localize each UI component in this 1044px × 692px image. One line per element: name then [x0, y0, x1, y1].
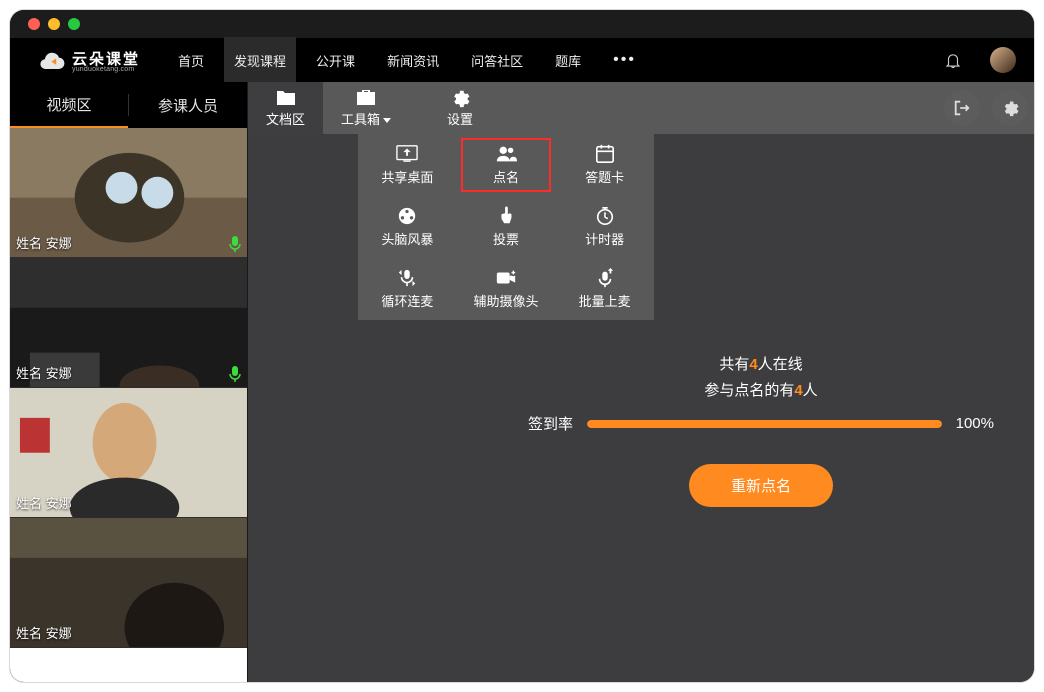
tool-timer[interactable]: 计时器	[555, 196, 654, 258]
minimize-window[interactable]	[48, 18, 60, 30]
tool-aux-camera[interactable]: 辅助摄像头	[457, 258, 556, 320]
screen-share-icon	[396, 144, 418, 164]
mic-icon	[229, 366, 241, 382]
result-text: 共有4人在线 参与点名的有4人	[528, 352, 994, 403]
mic-up-icon	[594, 268, 616, 288]
toolbox-dropdown: 共享桌面 点名 答题卡 头脑风暴 投票	[358, 134, 654, 320]
user-avatar[interactable]	[990, 47, 1016, 73]
tool-answer-card[interactable]: 答题卡	[555, 134, 654, 196]
settings-button[interactable]	[992, 90, 1028, 126]
video-tile[interactable]: 姓名 安娜	[10, 518, 247, 648]
tool-loop-mic[interactable]: 循环连麦	[358, 258, 457, 320]
app-window: 云朵课堂 yunduoketang.com 首页 发现课程 公开课 新闻资讯 问…	[10, 10, 1034, 682]
clock-icon	[594, 206, 616, 226]
chevron-down-icon	[383, 118, 391, 123]
nav-news[interactable]: 新闻资讯	[385, 37, 441, 84]
rate-label: 签到率	[528, 413, 573, 434]
people-icon	[495, 144, 517, 164]
brand-logo[interactable]: 云朵课堂 yunduoketang.com	[40, 47, 140, 73]
camera-plus-icon	[495, 268, 517, 288]
gear-icon	[1001, 99, 1019, 117]
redo-rollcall-button[interactable]: 重新点名	[689, 464, 833, 507]
tool-rollcall[interactable]: 点名	[457, 134, 556, 196]
toolbar-docs[interactable]: 文档区	[248, 82, 323, 134]
brand-sub: yunduoketang.com	[72, 66, 140, 73]
folder-icon	[275, 89, 297, 107]
video-label: 姓名 安娜	[10, 231, 78, 254]
hand-click-icon	[495, 206, 517, 226]
video-tile-empty	[10, 648, 247, 682]
video-label: 姓名 安娜	[10, 621, 78, 644]
toolbar-toolbox[interactable]: 工具箱	[323, 82, 409, 134]
nav-question-bank[interactable]: 题库	[553, 37, 583, 84]
video-tile[interactable]: 姓名 安娜	[10, 258, 247, 388]
top-nav: 云朵课堂 yunduoketang.com 首页 发现课程 公开课 新闻资讯 问…	[10, 38, 1034, 82]
progress-bar	[587, 420, 942, 428]
video-list: 姓名 安娜 姓名 安娜 姓名 安娜 姓名 安娜	[10, 128, 247, 682]
close-window[interactable]	[28, 18, 40, 30]
nav-open-course[interactable]: 公开课	[314, 37, 357, 84]
film-reel-icon	[396, 206, 418, 226]
main-toolbar: 文档区 工具箱 设置	[248, 82, 1034, 134]
tab-attendees[interactable]: 参课人员	[129, 82, 247, 128]
video-tile[interactable]: 姓名 安娜	[10, 128, 247, 258]
exit-button[interactable]	[944, 90, 980, 126]
nav-qa[interactable]: 问答社区	[469, 37, 525, 84]
maximize-window[interactable]	[68, 18, 80, 30]
nav-home[interactable]: 首页	[176, 37, 206, 84]
signin-rate-row: 签到率 100%	[528, 413, 994, 434]
main-area: 文档区 工具箱 设置	[248, 82, 1034, 682]
mic-icon	[229, 236, 241, 252]
nav-discover[interactable]: 发现课程	[224, 37, 296, 84]
cloud-icon	[40, 47, 66, 73]
tool-brainstorm[interactable]: 头脑风暴	[358, 196, 457, 258]
briefcase-icon	[355, 89, 377, 107]
nav-more[interactable]: •••	[611, 37, 638, 83]
loop-mic-icon	[396, 268, 418, 288]
tool-batch-mic[interactable]: 批量上麦	[555, 258, 654, 320]
tab-video[interactable]: 视频区	[10, 82, 128, 128]
calendar-icon	[594, 144, 616, 164]
bell-icon[interactable]	[944, 51, 962, 69]
tool-vote[interactable]: 投票	[457, 196, 556, 258]
left-panel: 视频区 参课人员 姓名 安娜 姓名 安娜 姓名 安娜	[10, 82, 248, 682]
rate-percent: 100%	[956, 415, 994, 432]
exit-icon	[953, 99, 971, 117]
window-titlebar	[10, 10, 1034, 38]
video-label: 姓名 安娜	[10, 491, 78, 514]
video-label: 姓名 安娜	[10, 361, 78, 384]
rollcall-result: 共有4人在线 参与点名的有4人 签到率 100% 重新点名	[528, 352, 994, 507]
video-tile[interactable]: 姓名 安娜	[10, 388, 247, 518]
tool-share-screen[interactable]: 共享桌面	[358, 134, 457, 196]
toolbar-settings[interactable]: 设置	[429, 82, 491, 134]
gear-icon	[449, 89, 471, 107]
left-tabs: 视频区 参课人员	[10, 82, 247, 128]
progress-fill	[587, 420, 942, 428]
